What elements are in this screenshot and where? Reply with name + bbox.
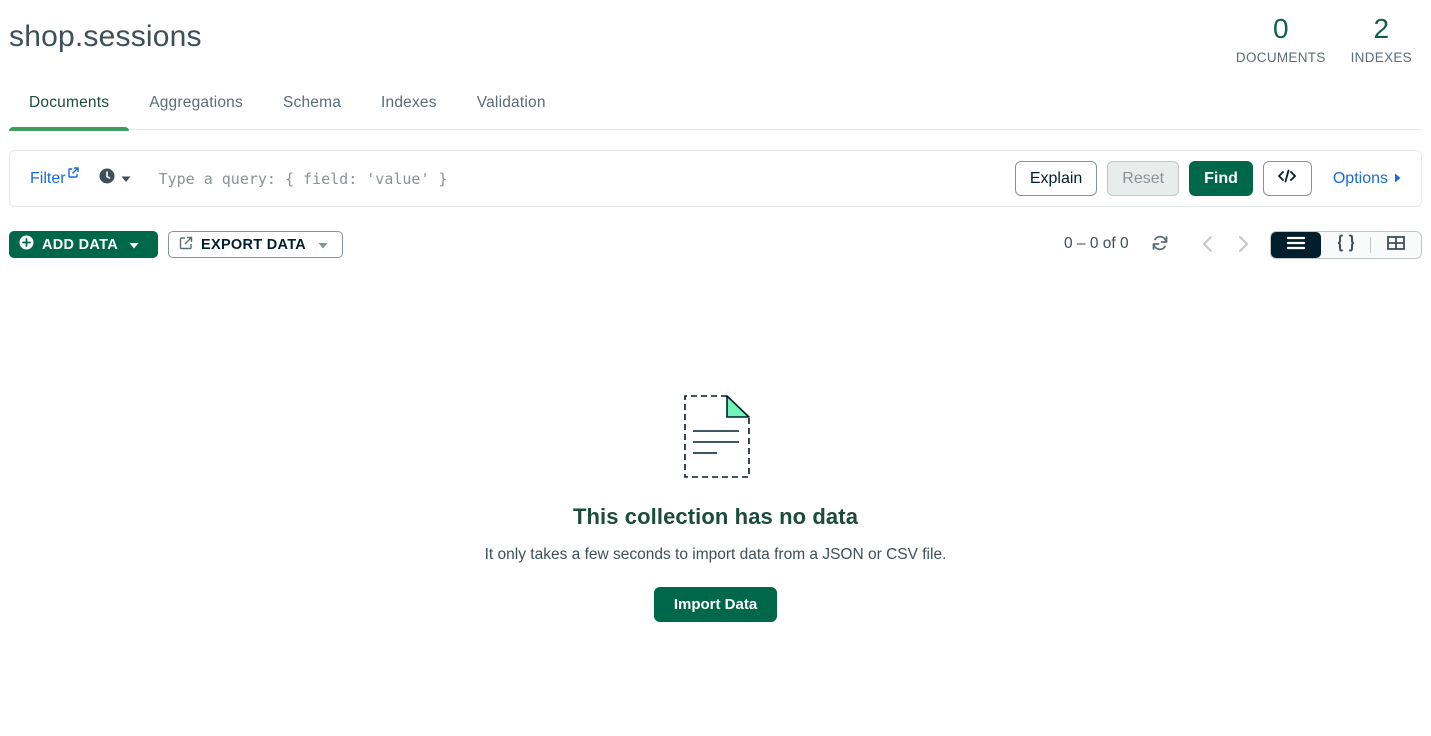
empty-document-icon (683, 395, 751, 484)
documents-stat: 0 DOCUMENTS (1236, 12, 1326, 65)
caret-down-icon (129, 237, 139, 253)
options-label: Options (1332, 169, 1388, 187)
filter-link[interactable]: Filter (30, 166, 79, 188)
indexes-stat: 2 INDEXES (1351, 12, 1412, 65)
documents-toolbar: ADD DATA EXPORT DATA 0 – 0 of 0 (9, 231, 1422, 259)
collection-tabs: Documents Aggregations Schema Indexes Va… (9, 84, 1422, 131)
query-bar: Filter Explain Reset Find Options (9, 150, 1422, 207)
documents-label: DOCUMENTS (1235, 50, 1326, 65)
add-data-button[interactable]: ADD DATA (9, 231, 158, 258)
tab-schema[interactable]: Schema (263, 84, 361, 130)
tab-validation[interactable]: Validation (457, 84, 566, 130)
reset-button[interactable]: Reset (1107, 161, 1180, 196)
collection-stats: 0 DOCUMENTS 2 INDEXES (1236, 12, 1412, 65)
pagination-info: 0 – 0 of 0 (1064, 235, 1129, 252)
tab-aggregations[interactable]: Aggregations (129, 84, 263, 130)
empty-state-title: This collection has no data (572, 504, 859, 529)
empty-state-description: It only takes a few seconds to import da… (484, 546, 947, 563)
json-view-icon (1336, 234, 1356, 257)
query-history-button[interactable] (99, 168, 131, 189)
generate-code-button[interactable] (1262, 161, 1312, 196)
tab-documents[interactable]: Documents (9, 84, 130, 131)
import-data-button[interactable]: Import Data (654, 587, 777, 622)
tab-indexes[interactable]: Indexes (361, 84, 457, 130)
documents-count: 0 (1272, 13, 1289, 44)
json-view-button[interactable] (1321, 232, 1371, 258)
caret-down-icon (121, 170, 131, 188)
list-view-button[interactable] (1271, 232, 1321, 258)
collection-name: sessions (83, 20, 202, 53)
chevron-right-icon[interactable] (1233, 233, 1253, 260)
caret-right-icon (1394, 170, 1401, 188)
clock-icon (99, 168, 115, 189)
code-icon (1278, 169, 1297, 188)
refresh-icon[interactable] (1150, 233, 1170, 258)
table-view-icon (1387, 235, 1406, 255)
indexes-label: INDEXES (1350, 50, 1412, 65)
list-view-icon (1286, 236, 1305, 255)
add-data-label: ADD DATA (42, 236, 118, 253)
indexes-count: 2 (1373, 13, 1390, 44)
query-input[interactable] (158, 163, 1003, 194)
export-data-button[interactable]: EXPORT DATA (168, 231, 343, 258)
export-icon (179, 236, 193, 254)
empty-state: This collection has no data It only take… (0, 395, 1431, 622)
external-link-icon (67, 166, 79, 184)
explain-button[interactable]: Explain (1014, 161, 1098, 196)
filter-label: Filter (30, 169, 66, 187)
view-toggle (1270, 231, 1422, 259)
database-name: shop (9, 20, 75, 53)
collection-title: shop.sessions (9, 20, 202, 54)
options-toggle[interactable]: Options (1333, 170, 1401, 188)
chevron-left-icon[interactable] (1198, 233, 1218, 260)
export-data-label: EXPORT DATA (201, 236, 307, 253)
find-button[interactable]: Find (1189, 161, 1253, 196)
plus-circle-icon (19, 235, 34, 254)
caret-down-icon (318, 237, 328, 253)
table-view-button[interactable] (1371, 232, 1421, 258)
